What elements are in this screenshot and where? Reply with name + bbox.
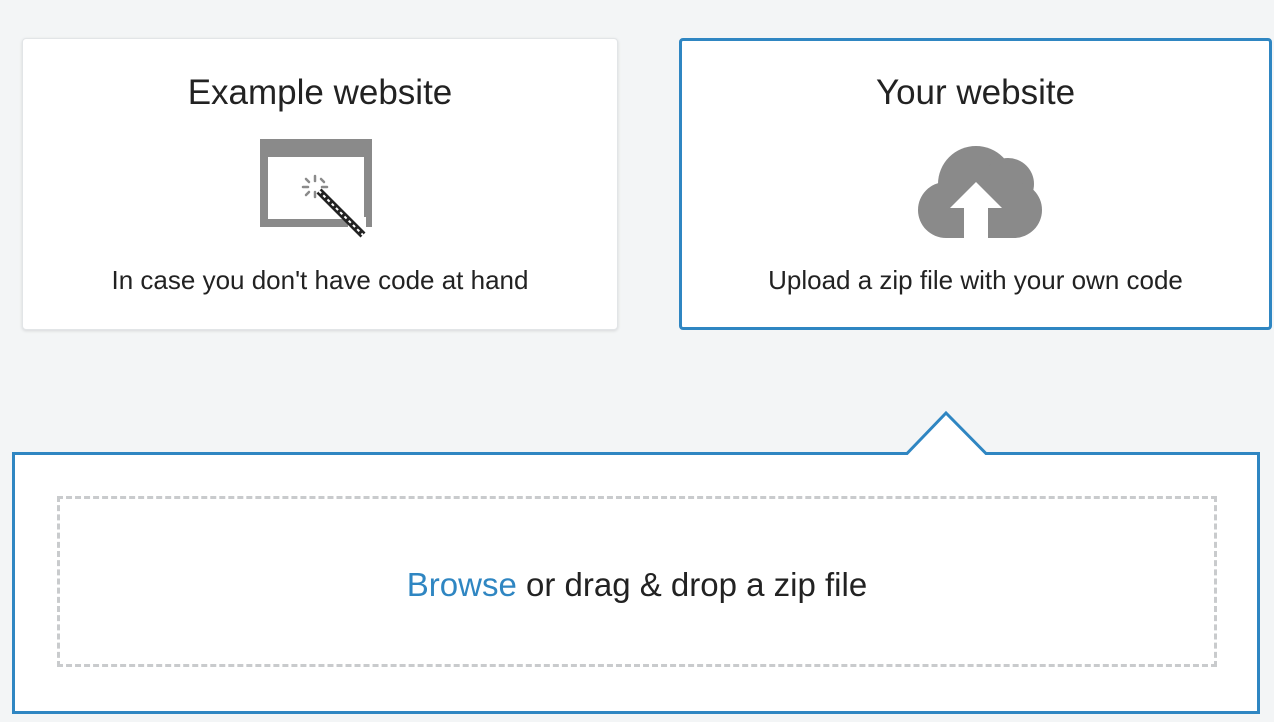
example-website-card[interactable]: Example website In case you don't have c… [22, 38, 618, 330]
upload-panel: Browse or drag & drop a zip file [12, 410, 1260, 714]
browser-magic-wand-icon [260, 139, 372, 238]
browse-link[interactable]: Browse [407, 566, 517, 603]
example-website-description: In case you don't have code at hand [111, 265, 529, 295]
cloud-upload-icon [917, 146, 1042, 238]
your-website-description: Upload a zip file with your own code [768, 265, 1183, 295]
example-website-title: Example website [187, 73, 453, 112]
drag-drop-text: or drag & drop a zip file [516, 565, 868, 603]
zip-dropzone[interactable]: Browse or drag & drop a zip file [57, 496, 1217, 667]
dropzone-text: Browse or drag & drop a zip file [407, 566, 867, 604]
your-website-card[interactable]: Your website Upload a zip file with your… [679, 38, 1272, 330]
your-website-title: Your website [875, 73, 1076, 112]
